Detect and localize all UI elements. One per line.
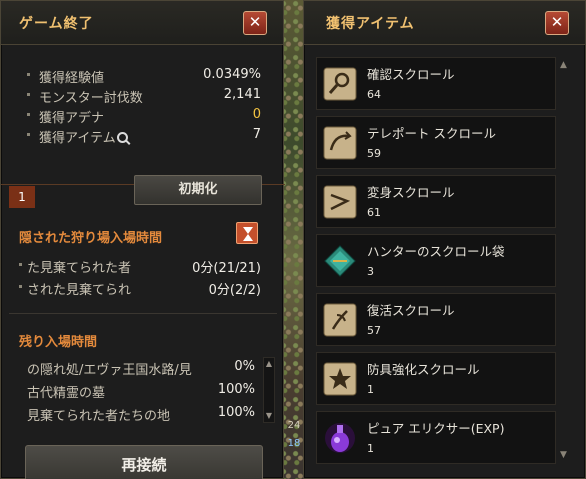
item-count: 1 (367, 383, 374, 396)
stat-exp: 獲得経験値 0.0349% (1, 65, 285, 86)
stat-monster-kills: モンスター討伐数 2,141 (1, 85, 285, 106)
row-label: された見棄てられ (27, 283, 132, 298)
remaining-row: の隠れ処/エヴァ王国水路/見 0% (1, 357, 261, 378)
items-scrollbar[interactable]: ▲ ▼ (554, 56, 576, 462)
remaining-row: 見棄てられた者たちの地 100% (1, 403, 261, 424)
stat-label: 獲得アイテム (39, 131, 116, 146)
stat-value: 0 (252, 107, 261, 122)
scroll-magnify-icon (323, 67, 357, 101)
list-item[interactable]: 変身スクロール 61 (316, 175, 556, 228)
remaining-scrollbar[interactable]: ▲ ▼ (263, 357, 275, 423)
stat-label: 獲得経験値 (39, 71, 105, 86)
list-item[interactable]: テレポート スクロール 59 (316, 116, 556, 169)
hidden-entry-row: た見棄てられた者 0分(21/21) (1, 255, 285, 276)
item-name: 防具強化スクロール (367, 362, 480, 377)
item-count: 3 (367, 265, 374, 278)
game-exit-window: ゲーム終了 ✕ 獲得経験値 0.0349% モンスター討伐数 2,141 獲得ア… (0, 0, 285, 479)
elixir-icon (325, 423, 355, 453)
row-value: 0% (234, 359, 255, 374)
list-item[interactable]: 復活スクロール 57 (316, 293, 556, 346)
stat-value: 7 (252, 127, 261, 142)
title-bar: 獲得アイテム ✕ (304, 1, 585, 45)
scroll-up-icon[interactable]: ▲ (265, 360, 273, 368)
row-value: 100% (217, 405, 255, 420)
close-button[interactable]: ✕ (243, 11, 267, 35)
window-title: 獲得アイテム (326, 15, 415, 32)
item-name: ハンターのスクロール袋 (367, 244, 505, 259)
remaining-time-title: 残り入場時間 (19, 335, 98, 350)
window-title: ゲーム終了 (19, 15, 94, 32)
reset-button[interactable]: 初期化 (134, 175, 262, 205)
list-item[interactable]: ピュア エリクサー(EXP) 1 (316, 411, 556, 464)
item-name: ピュア エリクサー(EXP) (367, 421, 505, 436)
item-count: 1 (367, 442, 374, 455)
remaining-row: 古代精霊の墓 100% (1, 380, 261, 401)
stat-value: 0.0349% (203, 67, 261, 82)
row-value: 100% (217, 382, 255, 397)
scroll-transform-icon (323, 185, 357, 219)
row-value: 0分(21/21) (192, 261, 261, 276)
reconnect-button[interactable]: 再接続 (25, 445, 263, 479)
result-stats: 獲得経験値 0.0349% モンスター討伐数 2,141 獲得アデナ 0 獲得ア… (1, 65, 285, 146)
item-count: 64 (367, 88, 381, 101)
row-label: 見棄てられた者たちの地 (27, 409, 171, 424)
scroll-resurrect-icon (323, 303, 357, 337)
stat-label: 獲得アデナ (39, 111, 105, 126)
hourglass-icon[interactable] (236, 222, 258, 244)
row-label: た見棄てられた者 (27, 261, 132, 276)
item-count: 61 (367, 206, 381, 219)
magnifier-icon[interactable] (116, 132, 128, 143)
background-tag: 18 (287, 438, 301, 449)
item-count: 57 (367, 324, 381, 337)
item-name: 復活スクロール (367, 303, 455, 318)
row-value: 0分(2/2) (208, 283, 261, 298)
list-item[interactable]: 防具強化スクロール 1 (316, 352, 556, 405)
acquired-items-window: 獲得アイテム ✕ 確認スクロール 64 テレポート スクロール 59 変身スクロ… (303, 0, 586, 479)
item-count: 59 (367, 147, 381, 160)
stat-adena: 獲得アデナ 0 (1, 105, 285, 126)
list-item[interactable]: ハンターのスクロール袋 3 (316, 234, 556, 287)
scroll-armor-icon (323, 362, 357, 396)
scroll-up-icon[interactable]: ▲ (560, 60, 567, 70)
scroll-down-icon[interactable]: ▼ (560, 450, 567, 460)
row-label: 古代精霊の墓 (27, 386, 106, 401)
scroll-down-icon[interactable]: ▼ (265, 412, 273, 420)
close-button[interactable]: ✕ (545, 11, 569, 35)
page-tab[interactable]: 1 (9, 186, 35, 208)
hidden-entry-row: された見棄てられ 0分(2/2) (1, 277, 285, 298)
stat-items: 獲得アイテム 7 (1, 125, 285, 146)
background-tag: 24 (287, 420, 301, 431)
item-name: 変身スクロール (367, 185, 455, 200)
section-divider (9, 313, 277, 314)
title-bar: ゲーム終了 ✕ (1, 1, 283, 45)
item-name: 確認スクロール (367, 67, 455, 82)
hidden-hunting-ground-title: 隠された狩り場入場時間 (19, 231, 163, 246)
list-item[interactable]: 確認スクロール 64 (316, 57, 556, 110)
item-name: テレポート スクロール (367, 126, 496, 141)
row-label: の隠れ処/エヴァ王国水路/見 (27, 363, 192, 378)
stat-value: 2,141 (223, 87, 261, 102)
scroll-pouch-icon (324, 245, 356, 277)
stat-label: モンスター討伐数 (39, 91, 143, 106)
scroll-teleport-icon (323, 126, 357, 160)
